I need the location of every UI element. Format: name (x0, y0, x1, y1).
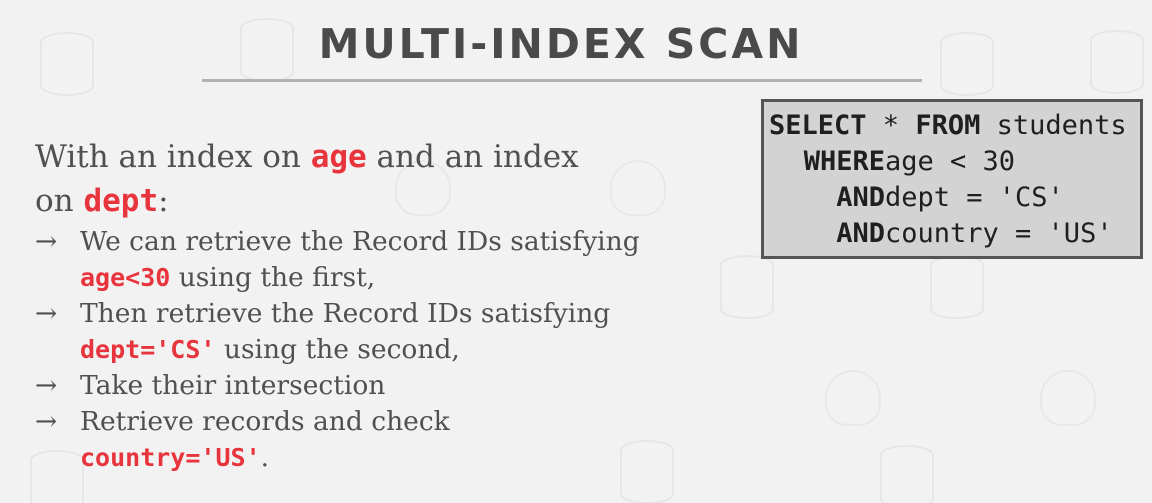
intro-text-part: : (158, 183, 169, 219)
arrow-icon: → (35, 298, 58, 329)
sql-keyword-select: SELECT (769, 110, 867, 141)
sql-line: WHERE age < 30 (764, 144, 1140, 180)
bullet-text: using the first, (170, 262, 376, 293)
arrow-icon: → (35, 226, 58, 257)
sql-keyword-and: AND (836, 182, 885, 213)
sql-line: SELECT * FROM students (764, 108, 1140, 144)
intro-text-part: and an index (366, 139, 579, 175)
bullet-item: → We can retrieve the Record IDs satisfy… (35, 224, 675, 296)
skull-icon (825, 370, 881, 426)
sql-line: AND country = 'US' (764, 216, 1140, 252)
bullet-item: → Then retrieve the Record IDs satisfyin… (35, 296, 675, 368)
sql-star: * (866, 110, 916, 141)
intro-text: With an index on age and an index on dep… (35, 135, 655, 223)
bullet-text: Then retrieve the Record IDs satisfying (80, 298, 611, 329)
bullet-item: → Retrieve records and check country='US… (35, 404, 675, 476)
bullet-text: . (260, 442, 270, 473)
intro-text-part: With an index on (35, 139, 311, 175)
slide-title: MULTI-INDEX SCAN (318, 20, 804, 68)
sql-keyword-and: AND (836, 218, 885, 249)
database-icon (40, 32, 94, 96)
sql-condition: dept = 'CS' (885, 182, 1064, 213)
bullet-item: → Take their intersection (35, 368, 675, 404)
bullet-text: We can retrieve the Record IDs satisfyin… (80, 226, 640, 257)
arrow-icon: → (35, 406, 58, 437)
database-icon (1090, 30, 1144, 94)
bullet-text: Take their intersection (80, 370, 386, 401)
sql-condition: country = 'US' (885, 218, 1113, 249)
sql-query-box: SELECT * FROM students WHERE age < 30 AN… (761, 99, 1143, 259)
title-underline (202, 79, 922, 82)
bullet-code: dept='CS' (80, 335, 216, 364)
sql-table: students (980, 110, 1127, 141)
intro-text-part: on (35, 183, 84, 219)
skull-icon (1040, 370, 1096, 426)
code-dept: dept (83, 183, 159, 219)
sql-keyword: SELECT * FROM students (769, 108, 1127, 144)
bullet-code: country='US' (80, 443, 261, 472)
database-icon (880, 445, 934, 503)
sql-keyword-from: FROM (915, 110, 981, 141)
database-icon (930, 255, 984, 319)
database-icon (940, 32, 994, 96)
arrow-icon: → (35, 370, 58, 401)
bullet-text: Retrieve records and check (80, 406, 450, 437)
sql-line: AND dept = 'CS' (764, 180, 1140, 216)
bullet-code: age<30 (80, 263, 171, 292)
sql-keyword-where: WHERE (803, 146, 885, 177)
sql-condition: age < 30 (885, 146, 1016, 177)
bullet-list: → We can retrieve the Record IDs satisfy… (35, 224, 675, 476)
code-age: age (310, 139, 367, 175)
bullet-text: using the second, (215, 334, 460, 365)
